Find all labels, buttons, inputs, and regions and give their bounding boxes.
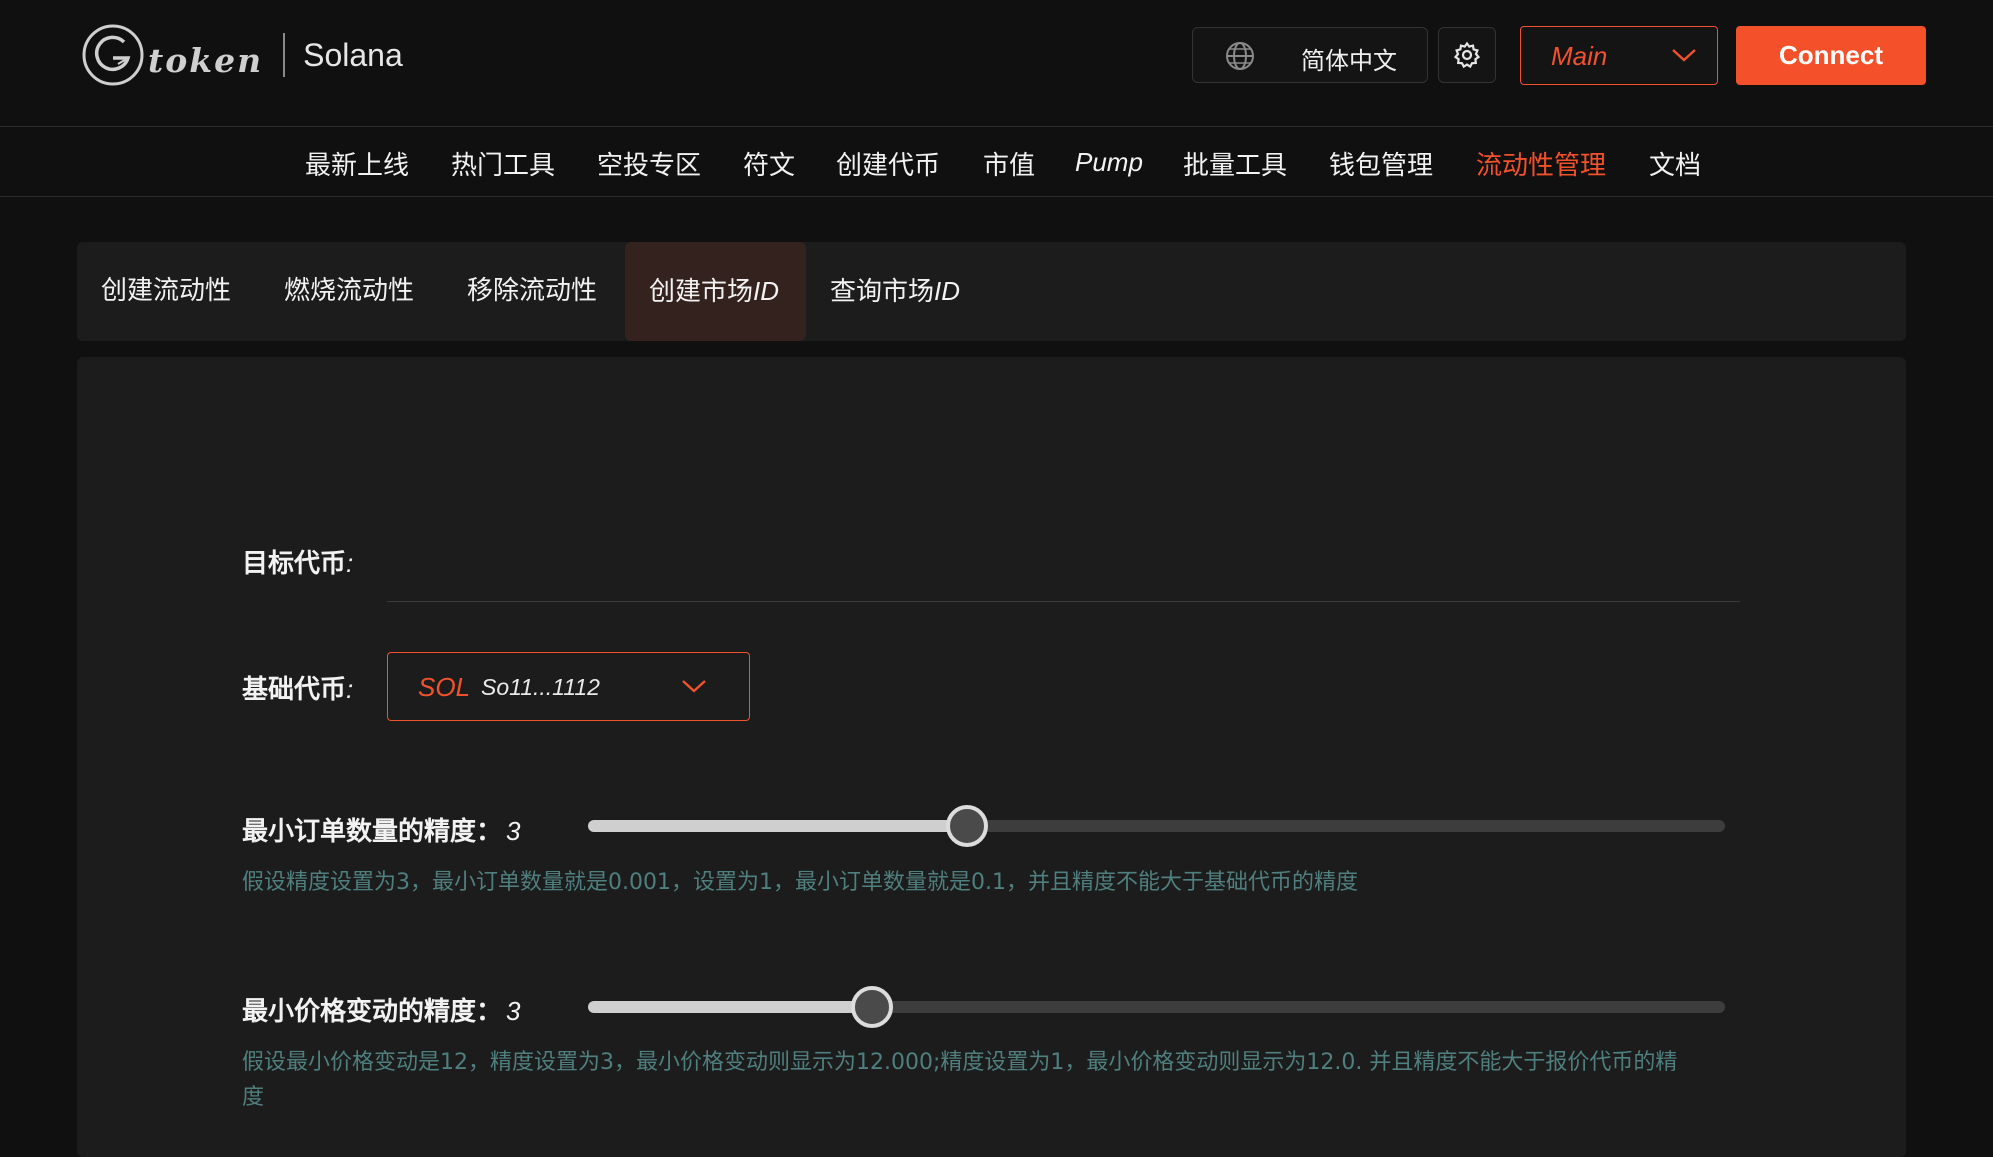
base-token-label-text: 基础代币: [242, 675, 347, 705]
tab-label: 燃烧流动性: [284, 276, 415, 306]
chain-name: Solana: [303, 36, 403, 73]
target-token-label: 目标代币:: [242, 543, 353, 580]
language-label: 简体中文: [1301, 47, 1397, 75]
tab-remove-liquidity[interactable]: 移除流动性: [443, 242, 621, 341]
globe-icon: [1226, 42, 1254, 70]
slider-fill: [588, 820, 967, 832]
logo-divider: [283, 33, 286, 77]
min-order-precision-label-text: 最小订单数量的精度：: [242, 817, 503, 847]
connect-button[interactable]: Connect: [1736, 26, 1926, 85]
target-token-input[interactable]: [387, 532, 1740, 602]
nav-item-docs[interactable]: 文档: [1649, 145, 1701, 182]
nav-item-pump[interactable]: Pump: [1075, 147, 1143, 178]
tab-create-liquidity[interactable]: 创建流动性: [77, 242, 255, 341]
chevron-down-icon: [682, 680, 706, 693]
language-selector[interactable]: 简体中文: [1192, 27, 1428, 83]
logo[interactable]: token Solana: [80, 22, 403, 88]
network-select[interactable]: Main: [1520, 26, 1718, 85]
nav-item-wallet[interactable]: 钱包管理: [1329, 145, 1433, 182]
nav-item-hot-tools[interactable]: 热门工具: [451, 145, 555, 182]
liquidity-tabs: 创建流动性 燃烧流动性 移除流动性 创建市场ID 查询市场ID: [77, 242, 1906, 341]
min-price-precision-label: 最小价格变动的精度： 3: [242, 991, 520, 1028]
tab-label-suffix: ID: [753, 276, 780, 306]
settings-button[interactable]: [1438, 27, 1496, 83]
target-token-label-text: 目标代币: [242, 549, 347, 579]
form-panel: [77, 357, 1906, 1157]
gear-icon: [1453, 41, 1481, 69]
logo-wordmark: token: [148, 40, 264, 80]
min-price-precision-value: 3: [506, 996, 521, 1026]
base-token-select[interactable]: SOL So11...1112: [387, 652, 750, 721]
min-price-precision-hint-line-2: 度: [242, 1085, 265, 1110]
min-order-precision-hint: 假设精度设置为3，最小订单数量就是0.001，设置为1，最小订单数量就是0.1，…: [242, 870, 1358, 895]
tab-query-market-id[interactable]: 查询市场ID: [806, 242, 984, 341]
tab-label: 移除流动性: [467, 276, 598, 306]
base-token-symbol: SOL: [418, 672, 471, 702]
base-token-label-colon: :: [346, 674, 354, 704]
main-nav: 最新上线 热门工具 空投专区 符文 创建代币 市值 Pump 批量工具 钱包管理…: [0, 128, 1993, 197]
nav-item-batch-tools[interactable]: 批量工具: [1183, 145, 1287, 182]
nav-item-liquidity[interactable]: 流动性管理: [1476, 145, 1606, 182]
base-token-address: So11...1112: [481, 674, 600, 700]
nav-item-runes[interactable]: 符文: [743, 145, 795, 182]
min-order-precision-slider[interactable]: [588, 805, 1725, 847]
base-token-label: 基础代币:: [242, 669, 353, 706]
slider-handle[interactable]: [946, 805, 988, 847]
tab-burn-liquidity[interactable]: 燃烧流动性: [260, 242, 438, 341]
tab-create-market-id[interactable]: 创建市场ID: [625, 242, 806, 341]
chevron-down-icon: [1672, 49, 1696, 62]
min-price-precision-label-text: 最小价格变动的精度：: [242, 997, 503, 1027]
min-price-precision-hint-line-1: 假设最小价格变动是12，精度设置为3，最小价格变动则显示为12.000;精度设置…: [242, 1050, 1678, 1075]
nav-item-airdrop[interactable]: 空投专区: [597, 145, 701, 182]
network-value: Main: [1551, 41, 1608, 71]
tab-label: 创建市场: [649, 277, 754, 307]
nav-item-create-token[interactable]: 创建代币: [836, 145, 940, 182]
tab-label: 查询市场: [830, 277, 935, 307]
top-bar: token Solana 简体中文 Main Connect: [0, 0, 1993, 127]
min-order-precision-value: 3: [506, 816, 521, 846]
target-token-label-colon: :: [346, 548, 354, 578]
min-order-precision-label: 最小订单数量的精度： 3: [242, 811, 520, 848]
nav-item-market-cap[interactable]: 市值: [983, 145, 1035, 182]
tab-label-suffix: ID: [934, 276, 961, 306]
logo-icon: [82, 24, 144, 86]
tab-label: 创建流动性: [101, 276, 232, 306]
min-price-precision-slider[interactable]: [588, 986, 1725, 1028]
nav-item-latest[interactable]: 最新上线: [305, 145, 409, 182]
slider-handle[interactable]: [851, 986, 893, 1028]
slider-fill: [588, 1001, 872, 1013]
